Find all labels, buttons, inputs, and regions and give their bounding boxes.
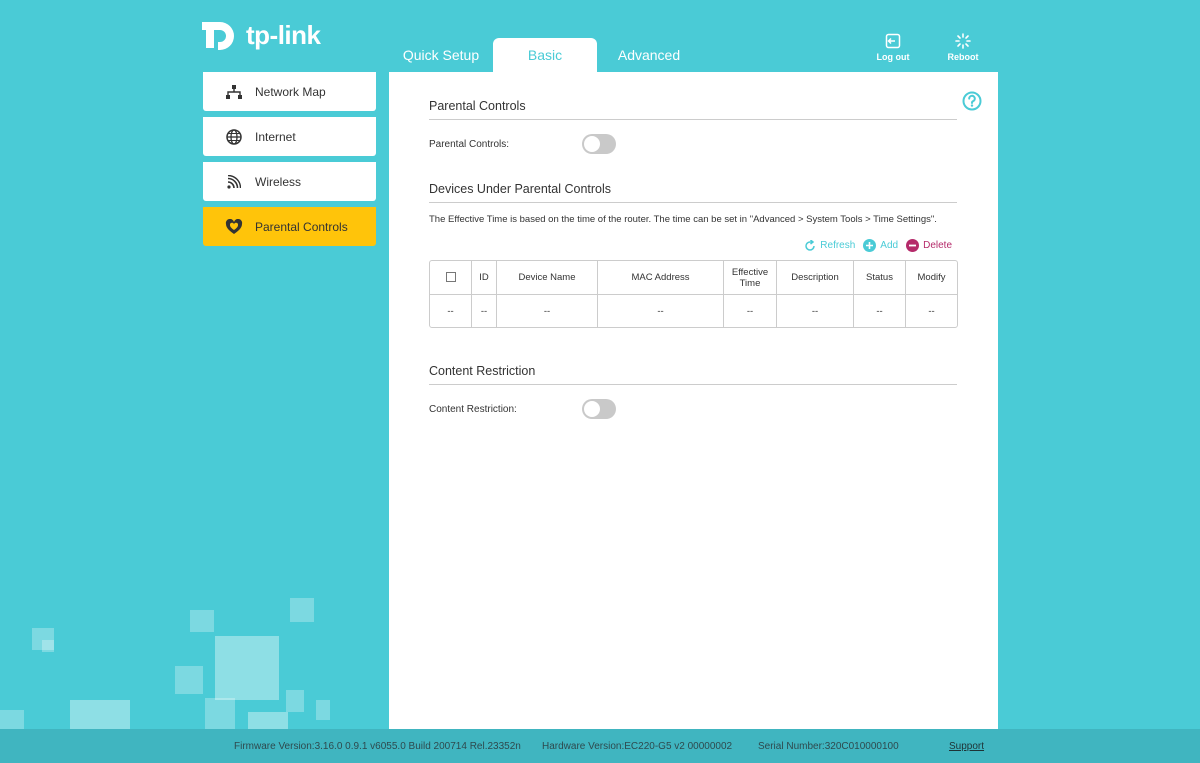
background-decoration [42,640,54,652]
toggle-knob [584,401,600,417]
add-button[interactable]: Add [863,239,898,252]
help-icon [962,91,982,111]
table-header-row: ID Device Name MAC Address Effective Tim… [430,261,957,295]
table-cell: -- [472,295,497,327]
select-all-checkbox[interactable] [445,272,456,283]
parental-controls-label: Parental Controls: [429,139,510,150]
footer: Firmware Version:3.16.0 0.9.1 v6055.0 Bu… [0,729,1200,763]
column-header-status: Status [854,261,906,295]
logout-icon [885,33,901,49]
select-all-header [430,261,472,295]
background-decoration [175,666,203,694]
hardware-version: Hardware Version:EC220-G5 v2 00000002 [542,741,733,752]
background-decoration [70,700,130,730]
sidebar: Network Map Internet Wireless Parental C… [203,72,376,252]
reboot-icon [955,33,971,49]
globe-icon [225,128,243,146]
table-row: -- -- -- -- -- -- -- -- [430,295,957,327]
firmware-version: Firmware Version:3.16.0 0.9.1 v6055.0 Bu… [234,741,521,752]
background-decoration [286,690,304,712]
logout-label: Log out [876,52,910,62]
delete-button[interactable]: Delete [906,239,952,252]
parental-controls-toggle[interactable] [582,134,616,154]
help-button[interactable] [962,91,982,116]
network-map-icon [225,83,243,101]
background-decoration [215,636,279,700]
devices-table: ID Device Name MAC Address Effective Tim… [429,260,958,328]
content-restriction-toggle[interactable] [582,399,616,419]
sidebar-item-label: Parental Controls [255,219,348,234]
section-title-devices: Devices Under Parental Controls [429,182,957,203]
tab-advanced[interactable]: Advanced [597,38,701,72]
add-icon [863,239,877,252]
column-header-description: Description [777,261,854,295]
column-header-device-name: Device Name [497,261,598,295]
refresh-button[interactable]: Refresh [804,239,855,252]
serial-number: Serial Number:320C010000100 [758,741,899,752]
heart-shield-icon [225,218,243,236]
delete-icon [906,239,920,252]
sidebar-item-label: Network Map [255,84,326,99]
refresh-label: Refresh [820,240,856,251]
table-cell: -- [777,295,854,327]
sidebar-item-internet[interactable]: Internet [203,117,376,156]
support-link[interactable]: Support [949,741,984,752]
background-decoration [248,712,288,730]
delete-label: Delete [923,240,952,251]
effective-time-note: The Effective Time is based on the time … [429,214,937,225]
section-title-parental-controls: Parental Controls [429,99,957,120]
top-tabs: Quick Setup Basic Advanced [389,38,701,72]
table-cell: -- [724,295,777,327]
table-cell: -- [430,295,472,327]
background-decoration [190,610,214,632]
logout-button[interactable]: Log out [868,33,918,62]
background-decoration [290,598,314,622]
tab-quick-setup[interactable]: Quick Setup [389,38,493,72]
sidebar-item-wireless[interactable]: Wireless [203,162,376,201]
brand-name: tp-link [246,19,321,50]
column-header-effective-time: Effective Time [724,261,777,295]
background-decoration [205,698,235,730]
column-header-modify: Modify [906,261,957,295]
tp-link-logo-icon [202,22,234,50]
sidebar-item-label: Internet [255,129,296,144]
add-label: Add [880,240,899,251]
sidebar-item-label: Wireless [255,174,302,189]
wifi-icon [225,173,243,191]
content-restriction-label: Content Restriction: [429,404,517,415]
table-cell: -- [598,295,724,327]
table-cell: -- [854,295,906,327]
main-panel: Parental Controls Parental Controls: Dev… [389,72,998,763]
section-title-content-restriction: Content Restriction [429,364,957,385]
column-header-id: ID [472,261,497,295]
table-actions: Refresh Add Delete [804,239,952,252]
tab-basic[interactable]: Basic [493,38,597,72]
table-cell: -- [928,305,935,317]
column-header-mac-address: MAC Address [598,261,724,295]
sidebar-item-parental-controls[interactable]: Parental Controls [203,207,376,246]
brand-logo: tp-link [202,16,321,54]
reboot-button[interactable]: Reboot [938,33,988,62]
refresh-icon [805,239,816,251]
toggle-knob [584,136,600,152]
table-cell: -- [497,295,598,327]
background-decoration [316,700,330,720]
background-decoration [0,710,24,730]
sidebar-item-network-map[interactable]: Network Map [203,72,376,111]
reboot-label: Reboot [947,52,979,62]
